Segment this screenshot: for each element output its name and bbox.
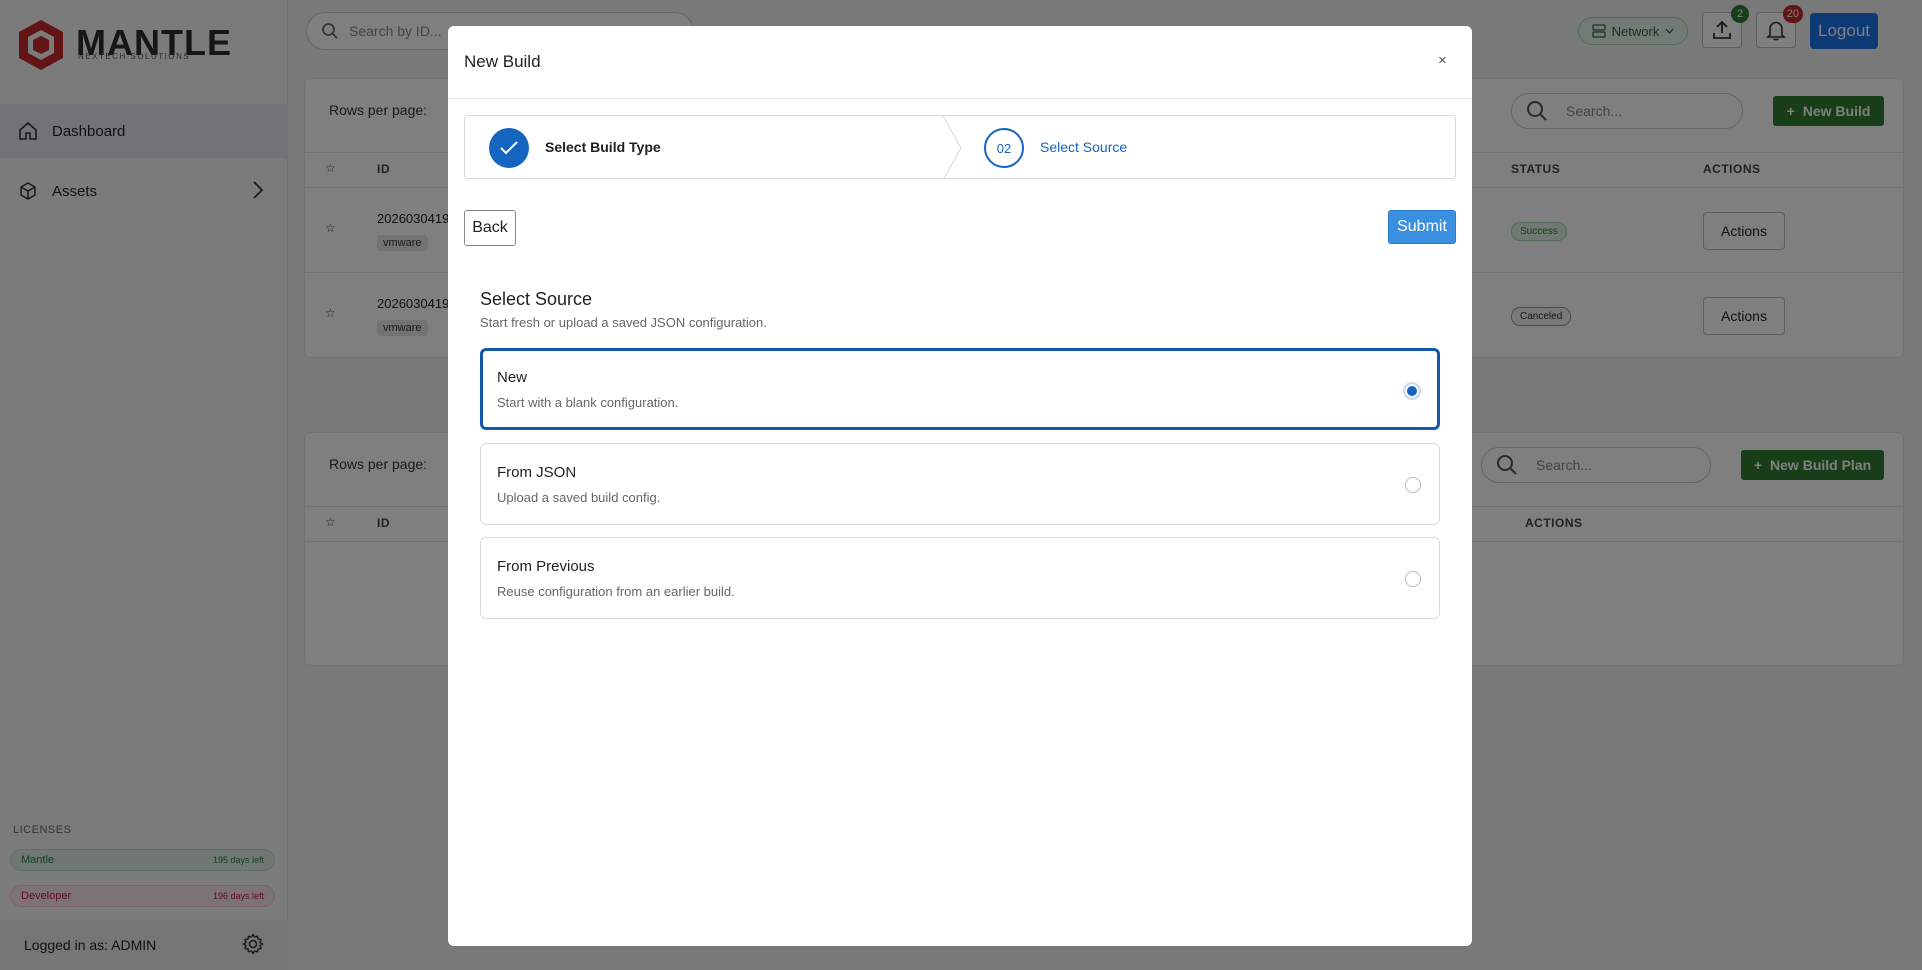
step-2-number: 02	[984, 128, 1024, 168]
option-title: From JSON	[497, 464, 577, 481]
option-description: Start with a blank configuration.	[497, 395, 679, 410]
source-option-new[interactable]: New Start with a blank configuration.	[480, 348, 1440, 430]
new-build-modal: New Build × Select Build Type 02 Select …	[448, 26, 1472, 946]
section-title: Select Source	[480, 289, 593, 309]
source-option-from-previous[interactable]: From Previous Reuse configuration from a…	[480, 537, 1440, 619]
modal-header	[448, 26, 1472, 99]
option-title: New	[497, 369, 528, 386]
step-complete-check-icon	[489, 128, 529, 168]
back-button[interactable]: Back	[464, 210, 516, 246]
source-option-from-json[interactable]: From JSON Upload a saved build config.	[480, 443, 1440, 525]
close-icon[interactable]: ×	[1438, 52, 1447, 69]
section-subtitle: Start fresh or upload a saved JSON confi…	[480, 315, 767, 330]
radio-unselected[interactable]	[1405, 571, 1421, 587]
option-description: Reuse configuration from an earlier buil…	[497, 584, 735, 599]
radio-unselected[interactable]	[1405, 477, 1421, 493]
option-title: From Previous	[497, 558, 595, 575]
step-2-label[interactable]: Select Source	[1040, 139, 1127, 155]
radio-selected[interactable]	[1403, 382, 1421, 400]
submit-button[interactable]: Submit	[1388, 210, 1456, 244]
modal-title: New Build	[464, 52, 541, 71]
option-description: Upload a saved build config.	[497, 490, 661, 505]
step-1-label[interactable]: Select Build Type	[545, 139, 661, 155]
stepper: Select Build Type 02 Select Source	[464, 115, 1456, 179]
